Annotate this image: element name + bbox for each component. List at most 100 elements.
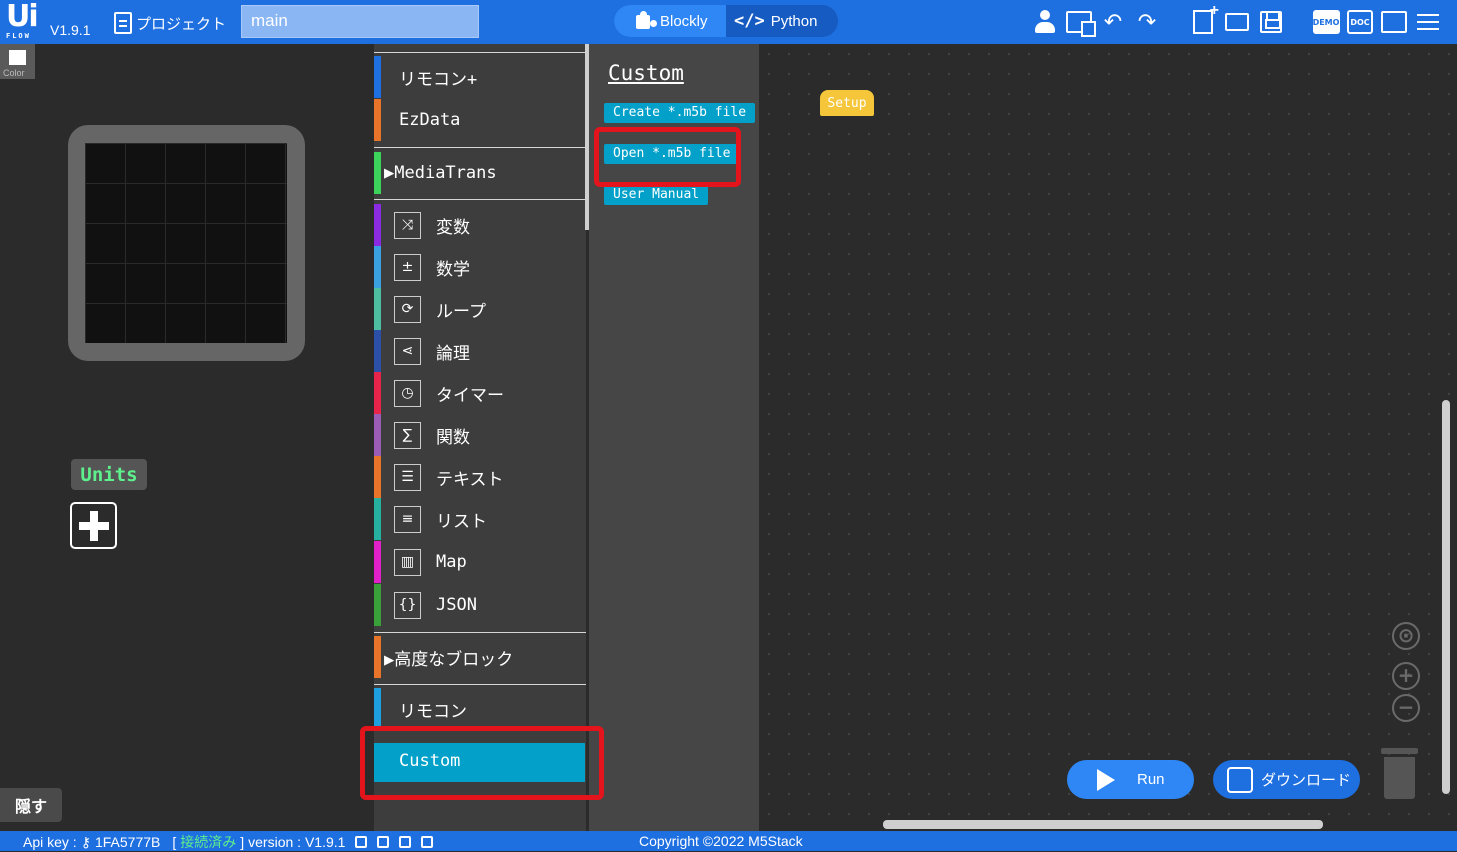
flyout-title: Custom xyxy=(608,61,684,85)
file-actions xyxy=(1186,2,1288,36)
code-icon: </> xyxy=(734,11,765,31)
uiflow-logo: Ui FLOW xyxy=(6,0,39,41)
add-unit-button[interactable] xyxy=(70,502,117,549)
mode-switch: Blockly </> Python xyxy=(614,5,838,37)
workspace-vertical-scrollbar[interactable] xyxy=(1442,400,1450,794)
key-icon: ⚷ xyxy=(80,833,91,850)
zoom-in-icon: + xyxy=(1397,663,1415,687)
status-bar: Api key : ⚷ 1FA5777B [ 接続済み ] version : … xyxy=(0,831,1457,851)
zoom-out-icon: − xyxy=(1397,695,1415,719)
redo-icon: ↷ xyxy=(1137,9,1157,35)
menu-button[interactable] xyxy=(1411,8,1445,36)
plus-icon xyxy=(78,510,109,541)
category-ezdata[interactable]: EzData xyxy=(374,99,586,141)
blockly-mode-button[interactable]: Blockly xyxy=(614,5,726,37)
highlight-open-m5b xyxy=(594,127,741,187)
play-icon xyxy=(1097,768,1115,791)
divider xyxy=(374,52,586,53)
refresh-icon[interactable] xyxy=(355,836,368,848)
color-swatch xyxy=(9,50,26,65)
braces-icon: {} xyxy=(394,591,421,619)
category-map[interactable]: ▥ Map xyxy=(374,541,586,583)
category-logic[interactable]: ⋖ 論理 xyxy=(374,330,586,372)
chat-icon xyxy=(1381,11,1407,33)
api-key-value: 1FA5777B xyxy=(94,834,161,850)
top-bar: Ui FLOW V1.9.1 プロジェクト main Blockly </> P… xyxy=(0,0,1457,44)
download-icon xyxy=(1227,766,1253,793)
user-manual-button[interactable]: User Manual xyxy=(604,185,709,205)
blockly-workspace[interactable] xyxy=(759,44,1457,831)
color-picker-button[interactable]: Color xyxy=(0,44,35,79)
bracket-open: [ xyxy=(172,834,177,850)
download-status-icon[interactable] xyxy=(421,836,434,848)
recenter-button[interactable]: ⊙ xyxy=(1392,622,1420,650)
divider xyxy=(374,147,586,148)
project-label: プロジェクト xyxy=(136,14,227,33)
device-icon xyxy=(1066,11,1096,37)
text-card-icon: ☰ xyxy=(394,463,421,491)
file-name-input[interactable]: main xyxy=(241,5,479,38)
help-actions: DEMO DOC xyxy=(1309,8,1445,36)
hide-panel-button[interactable]: 隠す xyxy=(0,788,62,822)
trash-can[interactable] xyxy=(1381,748,1418,799)
undo-button[interactable]: ↶ xyxy=(1096,8,1130,36)
category-remote[interactable]: リモコン xyxy=(374,688,586,730)
branch-icon: ⋖ xyxy=(394,337,421,365)
doc-button[interactable]: DOC xyxy=(1343,8,1377,36)
document-icon xyxy=(114,12,132,34)
puzzle-icon xyxy=(632,10,654,32)
setup-block[interactable]: Setup xyxy=(820,90,874,116)
save-icon xyxy=(1260,11,1282,33)
create-m5b-button[interactable]: Create *.m5b file xyxy=(604,103,756,123)
run-button[interactable]: Run xyxy=(1067,760,1194,799)
bracket-close: ] xyxy=(240,834,245,850)
category-mediatrans[interactable]: ▶MediaTrans xyxy=(374,152,586,194)
toolbar-actions: ↶ ↷ xyxy=(1028,8,1164,37)
units-label: Units xyxy=(71,459,147,490)
category-variables[interactable]: ⤨ 変数 xyxy=(374,204,586,246)
highlight-custom-category xyxy=(360,726,604,800)
user-button[interactable] xyxy=(1028,8,1062,36)
save-status-icon[interactable] xyxy=(377,836,390,848)
trash-icon xyxy=(1381,748,1418,754)
category-remote-plus[interactable]: リモコン+ xyxy=(374,56,586,98)
category-math[interactable]: ± 数学 xyxy=(374,246,586,288)
device-button[interactable] xyxy=(1062,8,1096,37)
api-key-label: Api key : xyxy=(23,834,77,850)
sigma-icon: ∑ xyxy=(394,421,421,449)
new-file-button[interactable] xyxy=(1186,2,1220,36)
folder-icon xyxy=(1225,13,1249,31)
project-menu[interactable]: プロジェクト xyxy=(114,12,226,34)
download-button[interactable]: ダウンロード xyxy=(1213,760,1360,799)
open-file-button[interactable] xyxy=(1220,8,1254,36)
python-mode-button[interactable]: </> Python xyxy=(726,5,817,37)
zoom-in-button[interactable]: + xyxy=(1392,662,1420,690)
loop-icon: ⟳ xyxy=(394,295,421,323)
list-icon: ≡ xyxy=(394,505,421,533)
connection-status: 接続済み xyxy=(180,834,237,850)
version-label: V1.9.1 xyxy=(50,22,91,38)
category-functions[interactable]: ∑ 関数 xyxy=(374,414,586,456)
category-timer[interactable]: ◷ タイマー xyxy=(374,372,586,414)
device-screen[interactable] xyxy=(85,143,287,343)
divider xyxy=(374,684,586,685)
workspace-horizontal-scrollbar[interactable] xyxy=(883,820,1323,829)
version-status: version : V1.9.1 xyxy=(248,834,346,850)
calculator-icon: ± xyxy=(394,253,421,281)
demo-button[interactable]: DEMO xyxy=(1309,8,1343,36)
category-json[interactable]: {} JSON xyxy=(374,584,586,626)
zoom-out-button[interactable]: − xyxy=(1392,694,1420,722)
save-file-button[interactable] xyxy=(1254,8,1288,36)
block-toolbox: リモコン+ EzData ▶MediaTrans ⤨ 変数 ± 数学 ⟳ ループ… xyxy=(374,44,586,831)
redo-button[interactable]: ↷ xyxy=(1130,8,1164,36)
category-loops[interactable]: ⟳ ループ xyxy=(374,288,586,330)
category-lists[interactable]: ≡ リスト xyxy=(374,498,586,540)
category-text[interactable]: ☰ テキスト xyxy=(374,456,586,498)
crosshair-icon: ⊙ xyxy=(1397,623,1415,647)
device-preview xyxy=(68,125,305,361)
feedback-button[interactable] xyxy=(1377,8,1411,36)
category-advanced-blocks[interactable]: ▶高度なブロック xyxy=(374,636,586,678)
shuffle-icon: ⤨ xyxy=(394,211,421,239)
menu-icon xyxy=(1417,14,1439,30)
folder-status-icon[interactable] xyxy=(399,836,412,848)
